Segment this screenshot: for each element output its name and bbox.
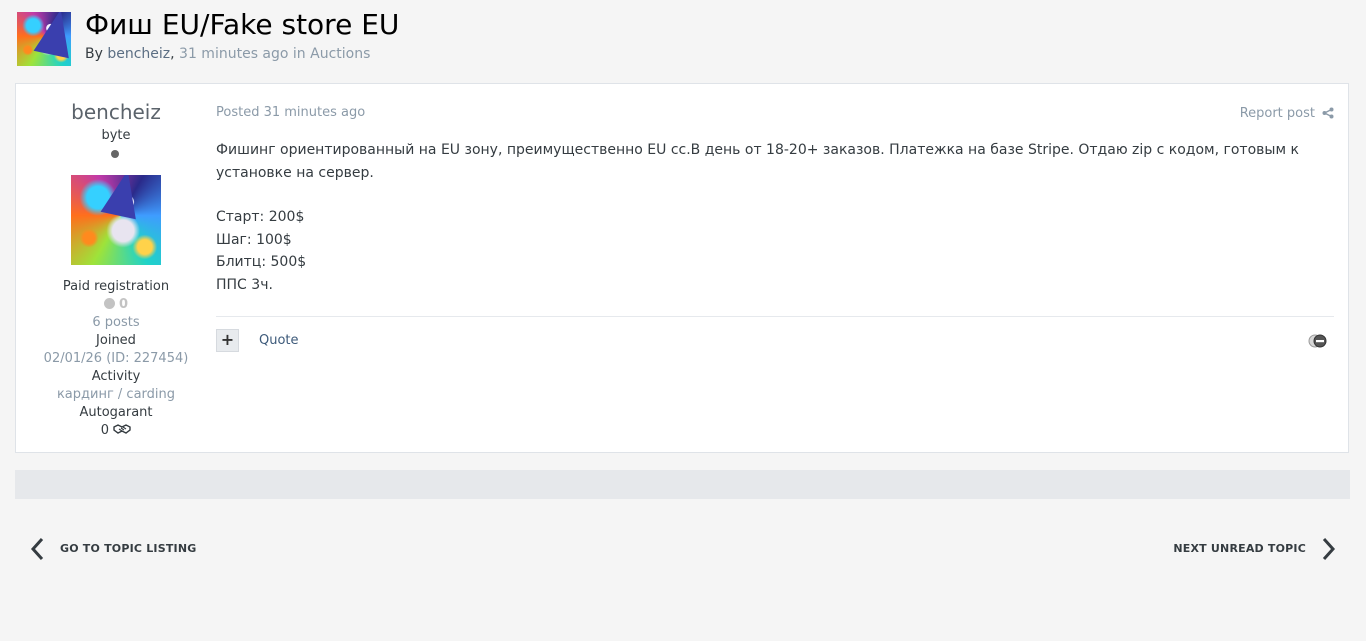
author-group: Paid registration <box>62 279 170 294</box>
author-reputation: 0 <box>16 297 216 312</box>
post-paragraph: Фишинг ориентированный на EU зону, преим… <box>216 142 1299 181</box>
author-name[interactable]: bencheiz <box>16 100 216 124</box>
next-unread-topic[interactable]: NEXT UNREAD TOPIC <box>1166 535 1336 563</box>
post-line: ППС 3ч. <box>216 276 273 293</box>
next-label: NEXT UNREAD TOPIC <box>1173 542 1306 555</box>
reputation-dot-icon <box>103 298 115 309</box>
author-avatar[interactable] <box>71 175 161 265</box>
autogarant-value: 0 <box>100 423 110 438</box>
meta-comma: , <box>170 46 175 62</box>
prev-label: GO TO TOPIC LISTING <box>60 542 197 555</box>
multiquote-plus-button[interactable]: + <box>216 329 239 352</box>
in-label: in <box>292 46 306 62</box>
activity-label: Activity <box>91 369 141 384</box>
online-status-dot <box>111 150 119 158</box>
post-divider <box>216 316 1334 317</box>
handshake-icon <box>113 424 131 434</box>
report-post-link[interactable]: Report post <box>1240 106 1315 121</box>
author-rank: byte <box>101 128 131 143</box>
post-content: Posted 31 minutes ago Report post Фишинг… <box>216 84 1348 452</box>
topic-meta: By bencheiz, 31 minutes ago in Auctions <box>85 46 370 62</box>
go-to-topic-listing[interactable]: GO TO TOPIC LISTING <box>30 535 210 563</box>
posted-time[interactable]: Posted 31 minutes ago <box>216 105 365 120</box>
post-line: Старт: 200$ <box>216 209 305 225</box>
joined-label: Joined <box>96 333 136 348</box>
quote-button[interactable]: Quote <box>259 333 299 348</box>
forum-link[interactable]: Auctions <box>310 46 370 62</box>
post-card: bencheiz byte Paid registration 0 6 post… <box>15 83 1349 453</box>
post-body: Фишинг ориентированный на EU зону, преим… <box>216 139 1334 296</box>
post-line: Шаг: 100$ <box>216 231 292 248</box>
activity-value: кардинг / carding <box>56 387 176 402</box>
topic-footer-bar <box>15 470 1350 499</box>
topic-time: 31 minutes ago <box>179 46 289 62</box>
reputation-value: 0 <box>118 297 129 312</box>
post-line: Блитц: 500$ <box>216 254 307 270</box>
topic-title: Фиш EU/Fake store EU <box>85 8 400 41</box>
by-label: By <box>85 46 103 62</box>
share-icon[interactable] <box>1322 107 1334 119</box>
autogarant-label: Autogarant <box>79 405 153 420</box>
topic-author-link[interactable]: bencheiz <box>107 46 170 62</box>
chevron-right-icon <box>1322 537 1336 561</box>
autogarant-row: 0 <box>16 423 216 438</box>
author-posts[interactable]: 6 posts <box>16 315 216 330</box>
joined-value: 02/01/26 (ID: 227454) <box>43 351 189 366</box>
chevron-left-icon <box>30 537 44 561</box>
topic-author-avatar[interactable] <box>17 12 71 66</box>
reaction-icon[interactable] <box>1308 334 1328 348</box>
